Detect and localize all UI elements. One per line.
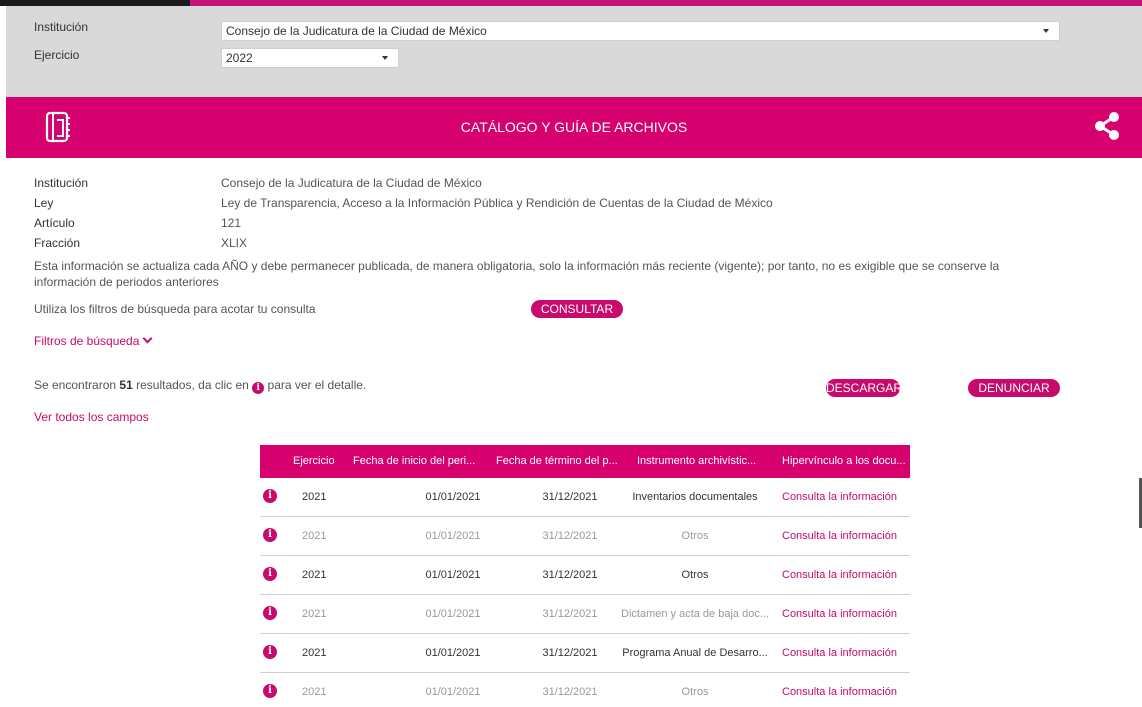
cell-fecha-inicio: 01/01/2021	[425, 608, 481, 620]
info-icon[interactable]: i	[263, 684, 277, 698]
column-header[interactable]: Ejercicio	[293, 455, 335, 467]
cell-fecha-termino: 31/12/2021	[542, 608, 598, 620]
institucion-filter-label: Institución	[34, 20, 89, 34]
cell-instrumento: Otros	[681, 530, 709, 542]
cell-instrumento: Inventarios documentales	[632, 491, 758, 503]
articulo-label: Artículo	[34, 216, 75, 230]
share-icon[interactable]	[1093, 111, 1121, 141]
results-prefix: Se encontraron	[34, 378, 117, 392]
cell-hipervinculo-link[interactable]: Consulta la información	[782, 608, 897, 620]
chevron-down-icon	[142, 333, 153, 344]
cell-fecha-inicio: 01/01/2021	[425, 530, 481, 542]
cell-fecha-termino: 31/12/2021	[542, 686, 598, 698]
cell-fecha-inicio: 01/01/2021	[425, 569, 481, 581]
column-header[interactable]: Fecha de inicio del peri...	[353, 455, 475, 467]
institucion-label: Institución	[34, 176, 89, 190]
results-middle: resultados, da clic en	[136, 378, 249, 392]
table-row: i 2021 01/01/2021 31/12/2021 Programa An…	[260, 634, 910, 673]
cell-hipervinculo-link[interactable]: Consulta la información	[782, 647, 897, 659]
cell-fecha-termino: 31/12/2021	[542, 491, 598, 503]
fraccion-label: Fracción	[34, 236, 81, 250]
column-header[interactable]: Hipervínculo a los docu...	[782, 455, 906, 467]
chevron-down-icon	[382, 56, 388, 60]
cell-fecha-inicio: 01/01/2021	[425, 686, 481, 698]
cell-ejercicio: 2021	[302, 569, 327, 581]
search-filters-toggle[interactable]: Filtros de búsqueda	[34, 333, 153, 348]
denunciar-button[interactable]: DENUNCIAR	[968, 379, 1060, 397]
search-filters-label: Filtros de búsqueda	[34, 334, 140, 348]
column-header[interactable]: Instrumento archivístic...	[637, 455, 756, 467]
institucion-select-value: Consejo de la Judicatura de la Ciudad de…	[226, 24, 487, 38]
articulo-value: 121	[221, 216, 242, 230]
ejercicio-select[interactable]: 2022	[221, 48, 399, 68]
cell-fecha-inicio: 01/01/2021	[425, 647, 481, 659]
results-count: 51	[119, 378, 133, 392]
table-row: i 2021 01/01/2021 31/12/2021 Inventarios…	[260, 478, 910, 517]
page-title: CATÁLOGO Y GUÍA DE ARCHIVOS	[460, 119, 688, 135]
descargar-button[interactable]: DESCARGAR	[826, 379, 902, 397]
cell-instrumento: Otros	[681, 686, 709, 698]
table-header: Ejercicio Fecha de inicio del peri... Fe…	[260, 445, 910, 478]
cell-instrumento: Programa Anual de Desarro...	[622, 647, 768, 659]
info-icon[interactable]: i	[263, 489, 277, 503]
table-row: i 2021 01/01/2021 31/12/2021 Otros Consu…	[260, 673, 910, 707]
info-icon[interactable]: i	[263, 528, 277, 542]
search-hint: Utiliza los filtros de búsqueda para aco…	[34, 302, 316, 316]
cell-ejercicio: 2021	[302, 686, 327, 698]
ley-value: Ley de Transparencia, Acceso a la Inform…	[221, 196, 773, 210]
ejercicio-select-value: 2022	[226, 51, 253, 65]
cell-hipervinculo-link[interactable]: Consulta la información	[782, 491, 897, 503]
ley-label: Ley	[34, 196, 54, 210]
fraccion-value: XLIX	[221, 236, 248, 250]
table-row: i 2021 01/01/2021 31/12/2021 Otros Consu…	[260, 517, 910, 556]
table-row: i 2021 01/01/2021 31/12/2021 Dictamen y …	[260, 595, 910, 634]
results-suffix: para ver el detalle.	[267, 378, 367, 392]
ejercicio-filter-label: Ejercicio	[34, 48, 80, 62]
filter-bar: Institución Consejo de la Judicatura de …	[6, 6, 1142, 97]
column-header[interactable]: Fecha de término del p...	[496, 455, 618, 467]
consultar-button[interactable]: CONSULTAR	[531, 300, 623, 318]
cell-ejercicio: 2021	[302, 491, 327, 503]
info-icon[interactable]: i	[263, 606, 277, 620]
cell-hipervinculo-link[interactable]: Consulta la información	[782, 569, 897, 581]
update-notice: Esta información se actualiza cada AÑO y…	[34, 259, 1000, 289]
cell-hipervinculo-link[interactable]: Consulta la información	[782, 530, 897, 542]
cell-hipervinculo-link[interactable]: Consulta la información	[782, 686, 897, 698]
chevron-down-icon	[1043, 29, 1049, 33]
cell-fecha-termino: 31/12/2021	[542, 647, 598, 659]
table-row: i 2021 01/01/2021 31/12/2021 Otros Consu…	[260, 556, 910, 595]
cell-ejercicio: 2021	[302, 608, 327, 620]
institucion-value: Consejo de la Judicatura de la Ciudad de…	[221, 176, 482, 190]
results-table: Ejercicio Fecha de inicio del peri... Fe…	[260, 445, 910, 707]
cell-instrumento: Otros	[681, 569, 709, 581]
cell-fecha-inicio: 01/01/2021	[425, 491, 481, 503]
info-icon: i	[252, 382, 265, 394]
info-icon[interactable]: i	[263, 567, 277, 581]
cell-fecha-termino: 31/12/2021	[542, 569, 598, 581]
cell-instrumento: Dictamen y acta de baja doc...	[621, 608, 769, 620]
cell-ejercicio: 2021	[302, 647, 327, 659]
institucion-select[interactable]: Consejo de la Judicatura de la Ciudad de…	[221, 21, 1060, 41]
section-header: CATÁLOGO Y GUÍA DE ARCHIVOS	[6, 97, 1142, 158]
results-summary: Se encontraron 51 resultados, da clic en…	[34, 378, 366, 394]
cell-fecha-termino: 31/12/2021	[542, 530, 598, 542]
info-icon[interactable]: i	[263, 645, 277, 659]
view-all-fields-link[interactable]: Ver todos los campos	[34, 410, 149, 424]
cell-ejercicio: 2021	[302, 530, 327, 542]
